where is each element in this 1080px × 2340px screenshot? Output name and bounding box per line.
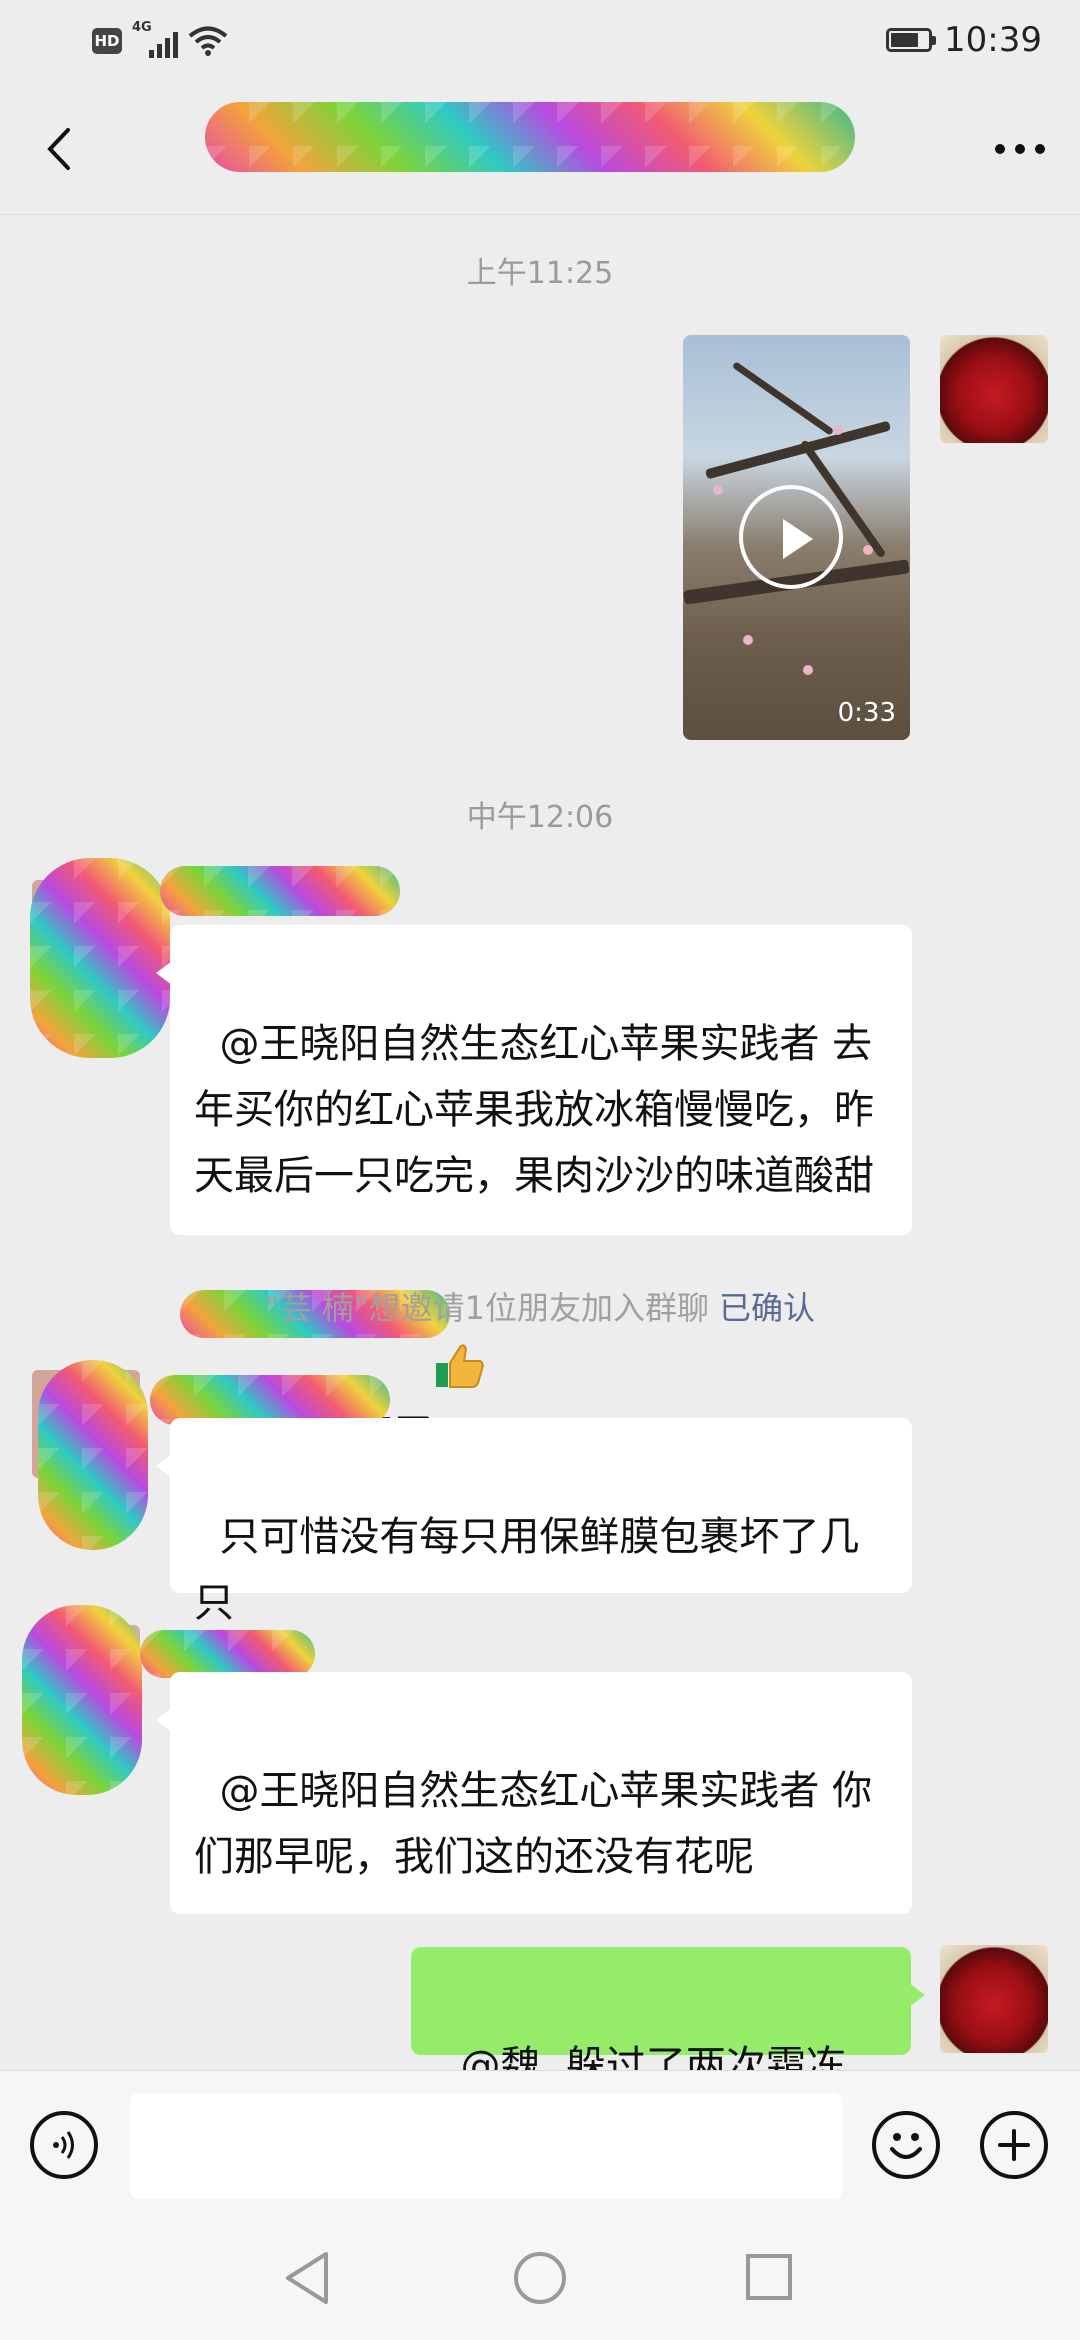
redacted-group-title [205,102,855,172]
hd-badge: HD [92,28,122,54]
video-duration: 0:33 [837,698,896,728]
battery-icon [886,28,937,52]
voice-icon[interactable] [30,2111,98,2179]
message-bubble[interactable]: @王晓阳自然生态红心苹果实践者 去年买你的红心苹果我放冰箱慢慢吃，昨天最后一只吃… [156,925,912,1457]
system-navigation [0,2210,1080,2340]
input-bar [0,2070,1080,2211]
plus-icon[interactable] [980,2111,1048,2179]
message-input[interactable] [130,2093,842,2199]
message-bubble[interactable]: 只可惜没有每只用保鲜膜包裹坏了几只 [156,1418,912,1626]
cellular-signal-icon: 4G [132,20,178,58]
redacted-avatar [38,1360,148,1550]
thumbs-up-icon [434,1209,486,1388]
status-right: 10:39 [886,20,1042,60]
avatar[interactable] [940,335,1048,443]
redacted-avatar [22,1605,142,1795]
redacted-sender-name [140,1630,315,1678]
status-time: 10:39 [944,20,1042,60]
avatar[interactable] [940,1945,1048,2053]
timestamp: 上午11:25 [466,256,614,291]
system-message-text: "芸 楠"想邀请1位朋友加入群聊 [265,1289,709,1327]
nav-home-icon[interactable] [512,2250,568,2306]
more-horizontal-icon[interactable] [990,134,1050,164]
redacted-sender-name [160,866,400,916]
play-icon[interactable] [739,485,843,589]
confirmed-link[interactable]: 已确认 [719,1289,815,1327]
nav-recents-icon[interactable] [744,2252,794,2302]
status-bar: HD 4G 10:39 [0,0,1080,84]
wifi-icon [188,26,228,56]
redacted-avatar [30,858,170,1058]
chat-header [0,84,1080,215]
message-text: 只可惜没有每只用保鲜膜包裹坏了几只 [194,1514,860,1626]
message-text: @王晓阳自然生态红心苹果实践者 你们那早呢，我们这的还没有花呢 [194,1768,873,1880]
message-bubble[interactable]: @魏 躲过了两次霜冻 [411,1947,925,2089]
nav-back-icon[interactable] [282,2250,332,2306]
message-bubble[interactable]: @王晓阳自然生态红心苹果实践者 你们那早呢，我们这的还没有花呢 [156,1672,912,1914]
timestamp: 中午12:06 [466,800,614,835]
system-message: "芸 楠"想邀请1位朋友加入群聊 已确认 [0,1283,1080,1329]
video-message[interactable]: 0:33 [683,335,910,740]
emoji-icon[interactable] [872,2111,940,2179]
status-left: HD 4G [92,20,228,58]
chevron-left-icon[interactable] [36,124,86,174]
